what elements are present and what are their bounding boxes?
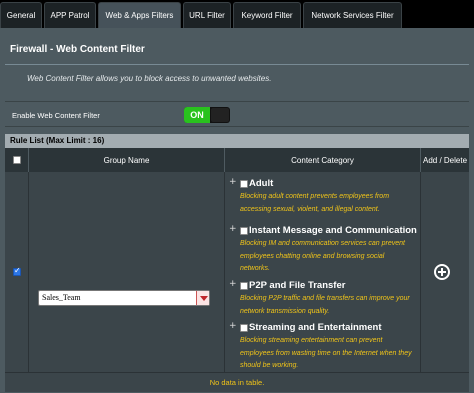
- category-title: Streaming and Entertainment: [249, 322, 382, 333]
- add-delete-header: Add / Delete: [421, 148, 469, 172]
- enable-toggle[interactable]: ON: [184, 107, 230, 123]
- category-streaming-checkbox[interactable]: [240, 324, 248, 332]
- select-all-checkbox[interactable]: [13, 156, 21, 164]
- category-description: Blocking IM and communication services c…: [240, 240, 405, 273]
- enable-label: Enable Web Content Filter: [12, 111, 100, 120]
- tab-keyword-filter[interactable]: Keyword Filter: [233, 2, 301, 28]
- page-description: Web Content Filter allows you to block a…: [27, 74, 272, 83]
- category-description: Blocking adult content prevents employee…: [240, 193, 390, 213]
- row-select-cell: [5, 172, 29, 372]
- group-select[interactable]: Sales_Team: [38, 290, 210, 306]
- row-checkbox[interactable]: [13, 266, 21, 276]
- expand-icon[interactable]: +: [229, 178, 237, 187]
- add-circle-icon[interactable]: [434, 264, 450, 280]
- empty-table-message: No data in table.: [5, 372, 469, 392]
- expand-icon[interactable]: +: [229, 225, 237, 234]
- toggle-knob: [211, 108, 229, 122]
- content-category-header-label: Content Category: [291, 156, 354, 165]
- group-name-header: Group Name: [29, 148, 225, 172]
- group-name-header-label: Group Name: [103, 156, 150, 165]
- category-p2p-checkbox[interactable]: [240, 282, 248, 290]
- content-category-cell: + Adult Blocking adult content prevents …: [225, 172, 421, 372]
- group-select-value: Sales_Team: [42, 293, 81, 302]
- category-title: P2P and File Transfer: [249, 280, 346, 291]
- title-divider: [5, 64, 469, 65]
- category-description: Blocking streaming entertainment can pre…: [240, 337, 412, 370]
- add-delete-cell: [421, 172, 469, 372]
- tab-bar: General APP Patrol Web & Apps Filters UR…: [0, 0, 474, 28]
- add-delete-header-label: Add / Delete: [422, 156, 468, 165]
- expand-icon[interactable]: +: [229, 322, 237, 331]
- rule-list-title: Rule List (Max Limit : 16): [5, 134, 469, 148]
- category-description: Blocking P2P traffic and file transfers …: [240, 295, 410, 315]
- chevron-down-icon[interactable]: [196, 291, 209, 305]
- category-title: Adult: [249, 178, 274, 189]
- tab-url-filter[interactable]: URL Filter: [183, 2, 231, 28]
- enable-row: Enable Web Content Filter ON: [5, 101, 469, 127]
- group-name-cell: Sales_Team: [29, 172, 225, 372]
- toggle-on-label: ON: [184, 107, 210, 123]
- select-all-header: [5, 148, 29, 172]
- category-adult-checkbox[interactable]: [240, 180, 248, 188]
- tab-general[interactable]: General: [0, 2, 42, 28]
- category-title: Instant Message and Communication: [249, 225, 417, 236]
- tab-network-services-filter[interactable]: Network Services Filter: [303, 2, 402, 28]
- content-category-header: Content Category: [225, 148, 421, 172]
- content-panel: Firewall - Web Content Filter Web Conten…: [0, 28, 474, 393]
- tab-web-apps-filters[interactable]: Web & Apps Filters: [98, 2, 181, 28]
- tab-app-patrol[interactable]: APP Patrol: [44, 2, 96, 28]
- category-instant-message-checkbox[interactable]: [240, 227, 248, 235]
- expand-icon[interactable]: +: [229, 280, 237, 289]
- page-title: Firewall - Web Content Filter: [10, 44, 145, 55]
